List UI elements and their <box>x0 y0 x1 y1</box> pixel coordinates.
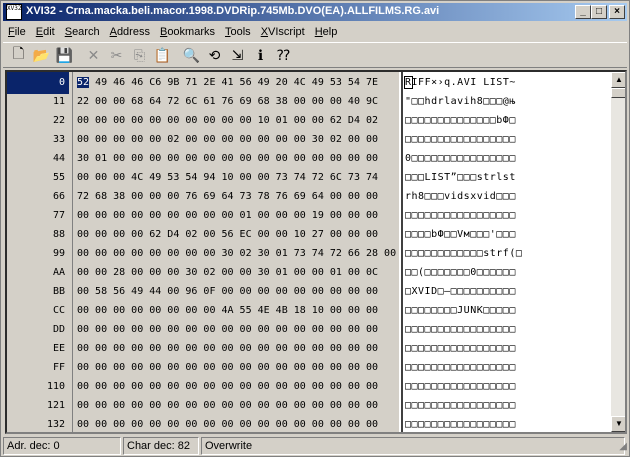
scroll-thumb[interactable] <box>611 88 625 98</box>
hex-row[interactable]: 00 00 00 00 00 00 00 00 00 00 00 00 00 0… <box>73 414 378 432</box>
vertical-scrollbar[interactable]: ▲ ▼ <box>611 72 625 432</box>
menu-address[interactable]: Address <box>105 26 155 38</box>
delete-icon[interactable]: ✕ <box>82 44 105 66</box>
row-address: 132 <box>46 419 65 430</box>
menu-search[interactable]: Search <box>60 26 105 38</box>
menu-xviscript[interactable]: XVIscript <box>256 26 310 38</box>
open-folder-icon[interactable]: 📂 <box>30 44 53 66</box>
goto-icon[interactable]: ⇲ <box>226 44 249 66</box>
replace-icon[interactable]: ⟲ <box>203 44 226 66</box>
app-window: XV32 XVI32 - Crna.macka.beli.macor.1998.… <box>0 0 630 457</box>
window-title: XVI32 - Crna.macka.beli.macor.1998.DVDRi… <box>26 5 440 17</box>
text-row[interactable]: □□□□□□□□□□□□□□□□□ <box>403 414 516 432</box>
hex-editor[interactable]: 0 11 22 33 44 55 66 77 88 99 AA BB CC DD EE FF 110 121 132… <box>5 70 627 434</box>
status-address: Adr. dec: 0 <box>3 437 121 455</box>
menu-tools[interactable]: Tools <box>220 26 256 38</box>
app-icon[interactable]: XV32 <box>6 4 22 20</box>
menu-bookmarks[interactable]: Bookmarks <box>155 26 220 38</box>
scroll-up-button[interactable]: ▲ <box>611 72 625 88</box>
text-column[interactable]: RIFF×›q.AVI LIST~ "□□hdrlavih8□□□@њ □□□□□□… <box>401 72 611 432</box>
status-bar: Adr. dec: 0 Char dec: 82 Overwrite ◢ <box>3 437 627 455</box>
menu-bar: File Edit Search Address Bookmarks Tools XVIsc… <box>3 23 627 41</box>
title-bar[interactable]: XV32 XVI32 - Crna.macka.beli.macor.1998.… <box>3 3 627 21</box>
address-column: 0 11 22 33 44 55 66 77 88 99 AA BB CC DD EE FF 110 121 132 <box>7 72 73 432</box>
scroll-down-button[interactable]: ▼ <box>611 416 625 432</box>
hex-column[interactable]: 52 49 46 46 C6 9B 71 2E 41 56 49 20 4C 4… <box>73 72 399 432</box>
menu-file[interactable]: File <box>3 26 31 38</box>
toolbar: 🗋 📂 💾 ✕ ✂ ⎘ 📋 🔍 ⟲ ⇲ ℹ ⁇ <box>3 42 627 68</box>
find-icon[interactable]: 🔍 <box>180 44 203 66</box>
close-button[interactable]: × <box>609 5 625 19</box>
status-mode: Overwrite <box>201 437 625 455</box>
maximize-button[interactable]: □ <box>591 5 607 19</box>
resize-grip[interactable]: ◢ <box>613 441 627 455</box>
context-help-icon[interactable]: ⁇ <box>272 44 295 66</box>
new-file-icon[interactable]: 🗋 <box>7 44 30 66</box>
cut-icon[interactable]: ✂ <box>105 44 128 66</box>
menu-edit[interactable]: Edit <box>31 26 60 38</box>
status-char: Char dec: 82 <box>123 437 199 455</box>
minimize-button[interactable]: _ <box>575 5 591 19</box>
paste-icon[interactable]: 📋 <box>151 44 174 66</box>
copy-icon[interactable]: ⎘ <box>128 44 151 66</box>
info-icon[interactable]: ℹ <box>249 44 272 66</box>
save-icon[interactable]: 💾 <box>53 44 76 66</box>
menu-help[interactable]: Help <box>310 26 343 38</box>
